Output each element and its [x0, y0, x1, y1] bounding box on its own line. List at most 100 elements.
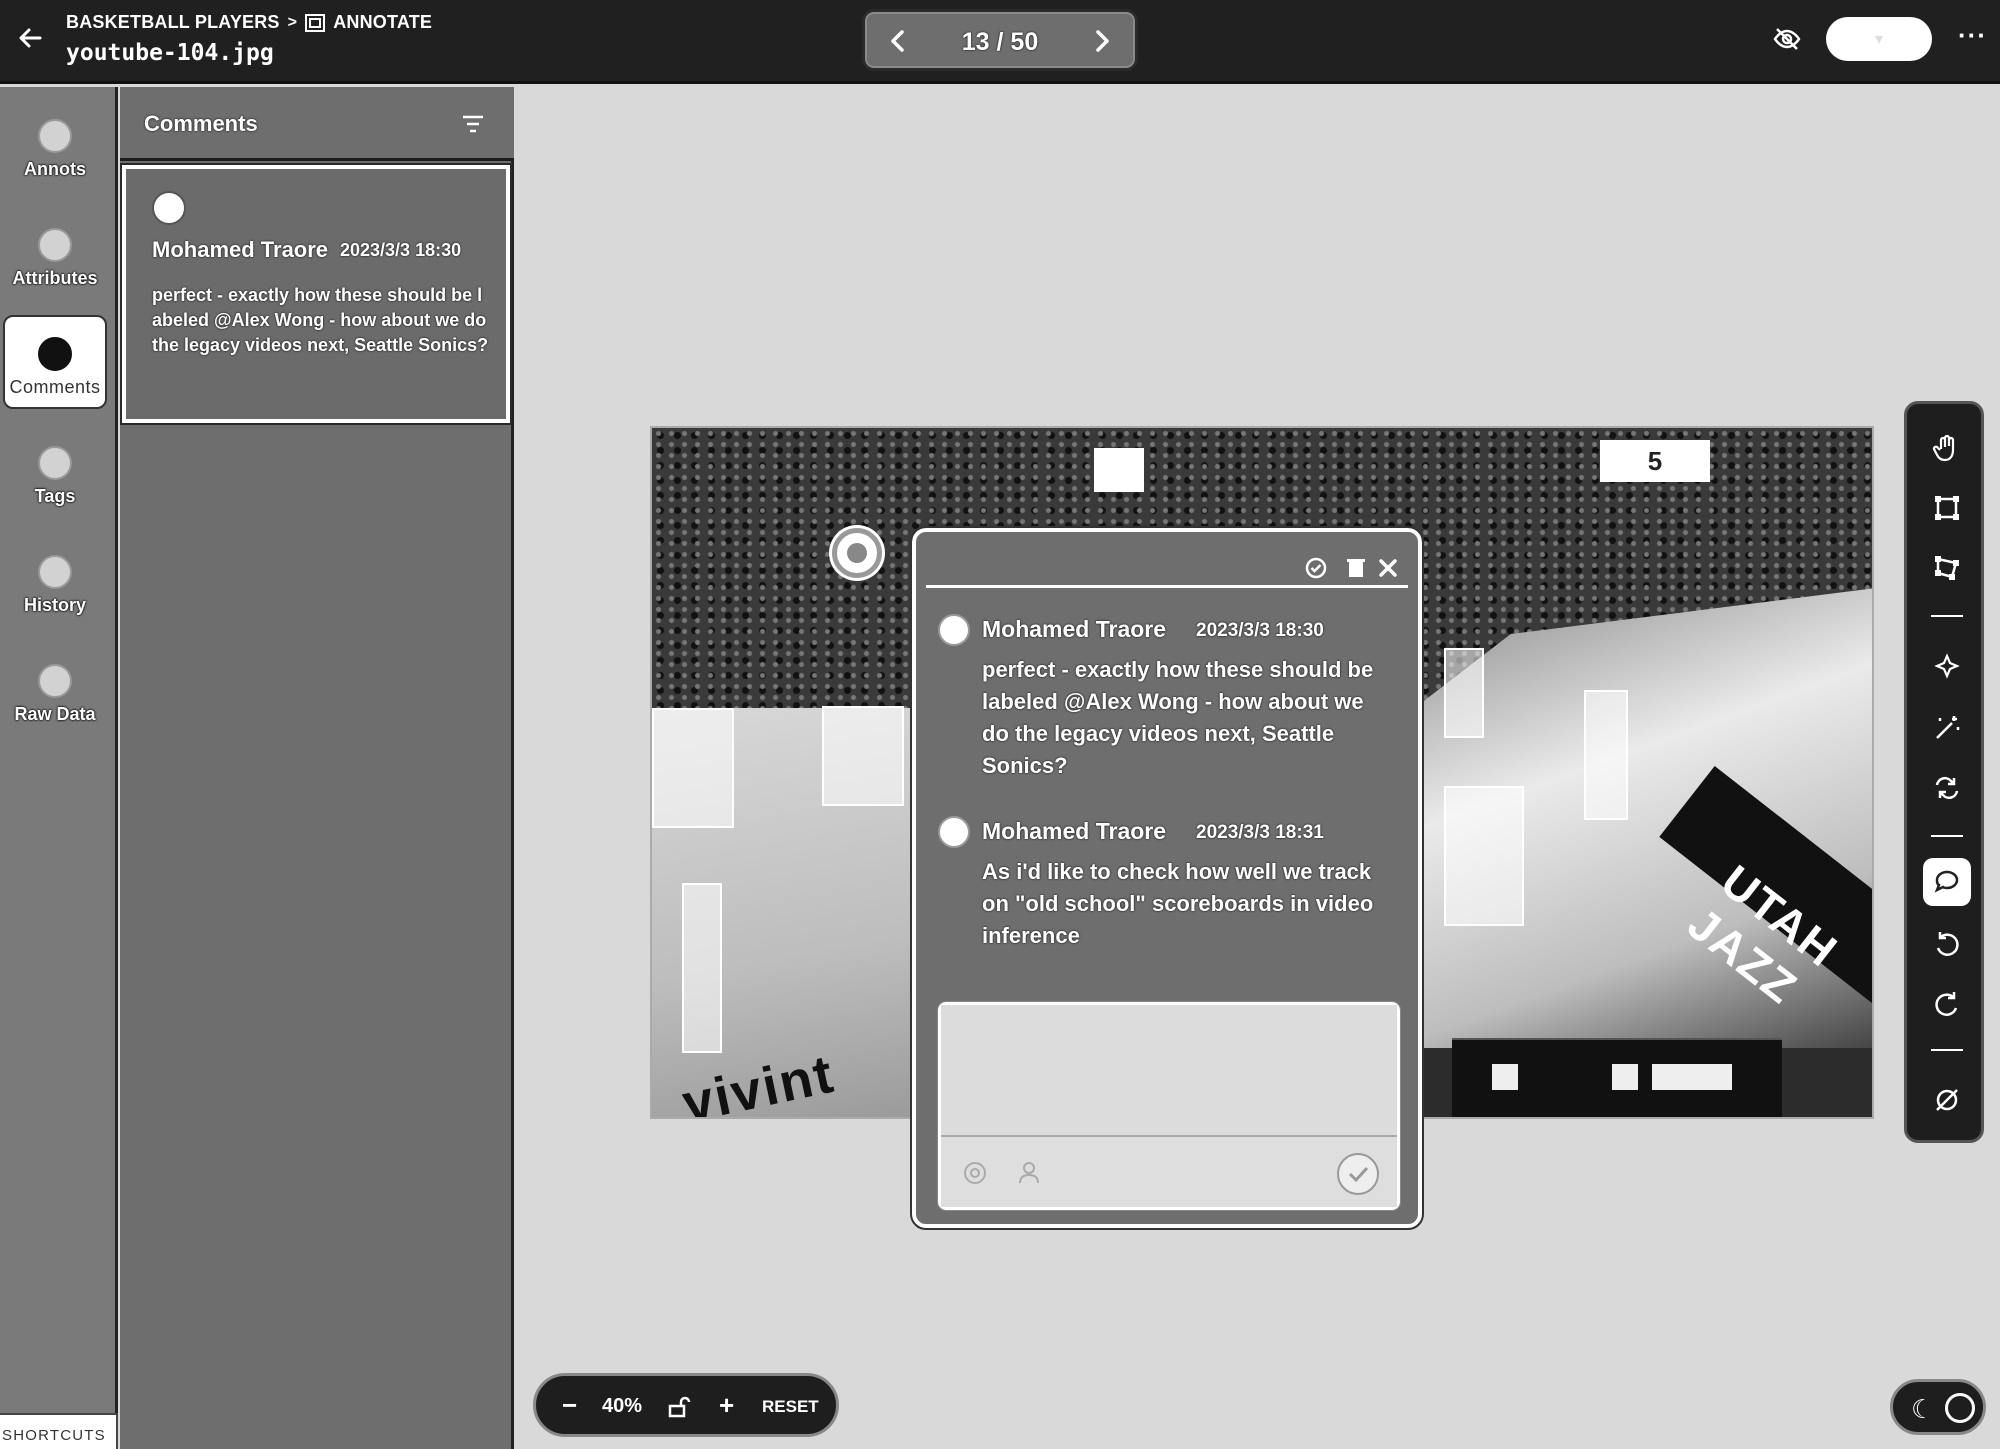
close-icon[interactable] — [1376, 556, 1400, 580]
zoom-in-button[interactable]: + — [719, 1390, 734, 1421]
reply-box — [937, 1001, 1401, 1211]
divider — [1931, 615, 1963, 617]
comment-icon[interactable] — [1923, 858, 1971, 906]
nav-label: Tags — [34, 486, 76, 506]
avatar — [938, 816, 970, 848]
nav-item-attributes[interactable]: Attributes — [3, 208, 107, 302]
left-navigation: Annots Attributes Comments Tags History … — [0, 87, 118, 1449]
zoom-level: 40% — [602, 1395, 643, 1417]
comment-author: Mohamed Traore — [152, 237, 329, 262]
nav-label: Raw Data — [14, 704, 96, 724]
resolve-check-icon[interactable] — [1304, 556, 1328, 580]
avatar — [152, 191, 186, 225]
zoom-out-button[interactable]: − — [562, 1390, 577, 1421]
message-text: perfect - exactly how these should be la… — [982, 657, 1374, 778]
comment-card[interactable]: Mohamed Traore 2023/3/3 18:30 perfect - … — [120, 163, 512, 425]
breadcrumb: BASKETBALL PLAYERS > ANNOTATE — [66, 12, 432, 33]
avatar — [938, 614, 970, 646]
undo-icon[interactable] — [1923, 920, 1971, 968]
nav-label: Attributes — [12, 268, 98, 288]
redo-icon[interactable] — [1923, 980, 1971, 1028]
comment-thread-popup: Mohamed Traore 2023/3/3 18:30 perfect - … — [910, 526, 1424, 1230]
more-icon[interactable]: ··· — [1958, 20, 1987, 51]
theme-toggle[interactable]: ☾ — [1890, 1379, 1986, 1435]
nav-item-raw-data[interactable]: Raw Data — [3, 644, 107, 738]
magic-wand-icon[interactable] — [1923, 704, 1971, 752]
back-arrow-icon[interactable] — [14, 22, 46, 54]
nav-label: History — [23, 595, 86, 615]
player-bounding-box[interactable] — [652, 708, 734, 828]
divider — [1931, 835, 1963, 837]
eye-off-icon[interactable] — [1772, 24, 1802, 54]
comments-panel: Comments Mohamed Traore 2023/3/3 18:30 p… — [120, 87, 514, 1449]
comment-date: 2023/3/3 18:30 — [340, 240, 462, 260]
player-bounding-box[interactable] — [1444, 786, 1524, 926]
player-bounding-box[interactable] — [1584, 690, 1628, 820]
divider — [1931, 1049, 1963, 1051]
nav-item-tags[interactable]: Tags — [3, 426, 107, 520]
nav-item-history[interactable]: History — [3, 535, 107, 629]
tool-rail — [1904, 401, 1984, 1143]
smart-select-icon[interactable] — [1923, 644, 1971, 692]
null-icon[interactable] — [1923, 1076, 1971, 1124]
file-name: youtube-104.jpg — [66, 40, 274, 66]
tags-icon — [38, 446, 72, 480]
raw-data-icon — [38, 664, 72, 698]
thread-message: Mohamed Traore 2023/3/3 18:31 As i'd lik… — [938, 816, 1398, 976]
comments-icon — [38, 337, 72, 371]
reply-footer — [941, 1137, 1397, 1207]
chevron-down-icon: ▾ — [1874, 31, 1884, 48]
nav-label: Comments — [9, 377, 101, 397]
sun-icon — [1945, 1393, 1975, 1423]
comments-panel-header: Comments — [120, 87, 514, 161]
message-date: 2023/3/3 18:30 — [1196, 620, 1324, 641]
comment-text: perfect - exactly how these should be la… — [152, 285, 489, 355]
comment-pin[interactable] — [832, 528, 882, 578]
message-author: Mohamed Traore — [982, 818, 1167, 844]
bounding-box-icon[interactable] — [1923, 484, 1971, 532]
mention-icon[interactable] — [961, 1159, 989, 1187]
lock-icon[interactable] — [666, 1394, 692, 1420]
court-scoreboard — [1452, 1038, 1782, 1117]
breadcrumb-project[interactable]: BASKETBALL PLAYERS — [66, 12, 280, 33]
breadcrumb-separator: > — [287, 13, 298, 31]
annotations-icon — [38, 119, 72, 153]
message-text: As i'd like to check how well we track o… — [982, 859, 1374, 948]
moon-icon: ☾ — [1911, 1394, 1935, 1424]
filter-icon[interactable] — [460, 111, 486, 137]
annotate-icon — [305, 13, 326, 32]
nav-item-comments[interactable]: Comments — [3, 315, 107, 409]
zoom-controls: − 40% + RESET — [533, 1373, 839, 1437]
delete-icon[interactable] — [1344, 556, 1368, 580]
history-icon — [38, 555, 72, 589]
message-author: Mohamed Traore — [982, 616, 1167, 642]
reply-input[interactable] — [941, 1005, 1397, 1137]
nav-item-annots[interactable]: Annots — [3, 99, 107, 193]
thread-toolbar — [926, 542, 1408, 588]
user-menu-button[interactable]: ▾ — [1826, 17, 1932, 61]
shortcuts-button[interactable]: SHORTCUTS — [0, 1413, 118, 1449]
reset-button[interactable]: RESET — [762, 1397, 819, 1417]
player-bounding-box[interactable] — [1444, 648, 1484, 738]
hand-icon[interactable] — [1923, 424, 1971, 472]
panel-title: Comments — [144, 111, 258, 136]
send-button[interactable] — [1337, 1153, 1379, 1195]
message-date: 2023/3/3 18:31 — [1196, 822, 1324, 843]
player-bounding-box[interactable] — [822, 706, 904, 806]
player-bounding-box[interactable] — [682, 883, 722, 1053]
check-icon — [1348, 1166, 1369, 1183]
top-bar: BASKETBALL PLAYERS > ANNOTATE youtube-10… — [0, 0, 2000, 84]
arena-banner: 5 — [1600, 440, 1710, 482]
assign-user-icon[interactable] — [1017, 1159, 1045, 1187]
repeat-icon[interactable] — [1923, 764, 1971, 812]
arena-banner — [1094, 448, 1144, 492]
breadcrumb-section: ANNOTATE — [333, 12, 433, 32]
nav-label: Annots — [24, 159, 86, 179]
scoreboard-cell — [1652, 1064, 1732, 1090]
polygon-icon[interactable] — [1923, 544, 1971, 592]
scoreboard-cell — [1492, 1064, 1518, 1090]
scoreboard-cell — [1612, 1064, 1638, 1090]
attributes-icon — [38, 228, 72, 262]
chevron-right-icon[interactable] — [1087, 27, 1115, 55]
image-pager: 13 / 50 — [862, 9, 1138, 71]
